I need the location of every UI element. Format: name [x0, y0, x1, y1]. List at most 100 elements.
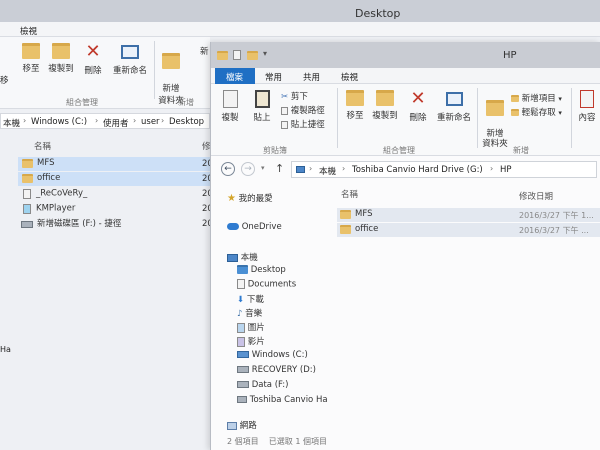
nav-onedrive[interactable]: OneDrive	[227, 222, 282, 232]
nav-music[interactable]: ♪ 音樂	[237, 307, 262, 319]
back-copy-to-button[interactable]: 複製到	[48, 43, 74, 74]
chevron-right-icon: ›	[342, 164, 346, 173]
chevron-right-icon: ›	[161, 116, 165, 125]
nav-downloads[interactable]: ⬇ 下載	[237, 293, 264, 305]
nav-videos[interactable]: 影片	[237, 335, 265, 347]
properties-button[interactable]: 內容	[575, 90, 599, 123]
nav-data-f[interactable]: Data (F:)	[237, 380, 288, 390]
column-header-date[interactable]: 修改日期	[519, 190, 553, 202]
list-item[interactable]: KMPlayer 20	[18, 202, 213, 216]
navigation-pane: ★ 我的最愛 OneDrive 本機 Desktop Documents ⬇ 下…	[211, 184, 335, 434]
list-item[interactable]: 新增磁碟區 (F:) - 捷徑 20	[18, 217, 213, 231]
back-group-new: 新增	[178, 98, 194, 107]
rename-icon	[121, 45, 139, 59]
nav-label: 本機	[240, 253, 258, 263]
back-left-partial: 移	[0, 76, 9, 86]
back-tab-view[interactable]: 檢視	[20, 25, 37, 37]
list-item[interactable]: MFS 20	[18, 157, 213, 171]
address-this-pc[interactable]: 本機	[319, 165, 336, 177]
back-rename-label: 重新命名	[112, 66, 147, 76]
tab-share[interactable]: 共用	[303, 71, 320, 83]
nav-recovery-d[interactable]: RECOVERY (D:)	[237, 365, 316, 375]
back-bc-user[interactable]: user	[141, 117, 160, 127]
up-arrow-icon[interactable]: ↑	[275, 162, 284, 175]
back-move-to-button[interactable]: 移至	[20, 43, 42, 74]
nav-windows-c[interactable]: Windows (C:)	[237, 350, 308, 360]
nav-pictures[interactable]: 圖片	[237, 321, 265, 333]
chevron-right-icon: ›	[133, 116, 137, 125]
nav-network[interactable]: 網路	[227, 419, 257, 431]
delete-label: 刪除	[409, 113, 427, 123]
desktop-folder-icon	[237, 265, 248, 274]
list-item[interactable]: office 20	[18, 172, 213, 186]
nav-desktop[interactable]: Desktop	[237, 265, 286, 275]
address-bar[interactable]: › 本機 › Toshiba Canvio Hard Drive (G:) › …	[291, 161, 597, 178]
back-breadcrumb[interactable]: 本機 › Windows (C:) › 使用者 › user › Desktop	[0, 113, 210, 129]
back-new-partial[interactable]: 新	[200, 45, 209, 57]
back-column-name[interactable]: 名稱	[34, 140, 51, 152]
file-name: office	[355, 224, 379, 234]
nav-favorites[interactable]: ★ 我的最愛	[227, 192, 273, 204]
copy-path-label: 複製路徑	[290, 106, 325, 116]
back-left-partial-2: Ha	[0, 345, 11, 354]
easy-access-button[interactable]: 輕鬆存取 ▾	[511, 106, 562, 118]
nav-label: Data (F:)	[251, 380, 289, 390]
nav-label: Toshiba Canvio Ha	[249, 395, 328, 405]
drive-shortcut-icon	[21, 221, 33, 228]
nav-this-pc[interactable]: 本機	[227, 251, 258, 263]
file-name: KMPlayer	[36, 203, 76, 214]
copy-button[interactable]: 複製	[219, 90, 241, 123]
copy-path-button[interactable]: 複製路徑	[281, 104, 325, 116]
back-bc-desktop[interactable]: Desktop	[169, 117, 204, 127]
back-bc-users[interactable]: 使用者	[103, 117, 129, 129]
new-folder-icon[interactable]	[247, 51, 258, 60]
computer-icon	[296, 166, 305, 173]
back-delete-button[interactable]: ✕ 刪除	[82, 43, 104, 77]
new-folder-button[interactable]: 新增 資料夾	[481, 90, 509, 149]
paste-shortcut-label: 貼上捷徑	[290, 120, 325, 130]
cut-button[interactable]: ✂ 剪下	[281, 90, 308, 102]
table-row[interactable]: MFS 2016/3/27 下午 1...	[337, 208, 600, 222]
back-rename-button[interactable]: 重新命名	[110, 43, 150, 76]
folder-icon	[340, 225, 351, 234]
table-row[interactable]: office 2016/3/27 下午 ...	[337, 223, 600, 237]
group-new: 新增	[513, 146, 529, 155]
quick-access-dropdown-icon[interactable]: ▾	[263, 49, 267, 58]
chevron-right-icon: ›	[309, 164, 313, 173]
new-item-button[interactable]: 新增項目 ▾	[511, 92, 562, 104]
back-arrow-icon[interactable]: ←	[221, 162, 235, 176]
paste-shortcut-button[interactable]: 貼上捷徑	[281, 118, 325, 130]
column-header-name[interactable]: 名稱	[341, 188, 358, 200]
nav-label: 我的最愛	[238, 194, 273, 204]
recent-dropdown-icon[interactable]: ▾	[261, 164, 265, 172]
copy-icon	[222, 90, 238, 108]
nav-documents[interactable]: Documents	[237, 279, 296, 290]
move-to-button[interactable]: 移至	[343, 90, 367, 121]
forward-arrow-icon[interactable]: →	[241, 162, 255, 176]
tab-file[interactable]: 檔案	[215, 68, 255, 84]
tab-home[interactable]: 常用	[265, 71, 282, 83]
nav-label: Desktop	[250, 265, 286, 275]
move-to-label: 移至	[346, 111, 364, 121]
back-bc-drive[interactable]: Windows (C:)	[31, 117, 87, 127]
new-folder-label: 新增 資料夾	[482, 129, 508, 149]
address-drive[interactable]: Toshiba Canvio Hard Drive (G:)	[352, 165, 483, 175]
delete-button[interactable]: ✕ 刪除	[407, 90, 429, 124]
properties-label: 內容	[578, 113, 596, 123]
back-bc-this-pc[interactable]: 本機	[3, 117, 20, 129]
back-tab-row: 檢視	[0, 22, 600, 37]
list-item[interactable]: _ReCoVeRy_ 20	[18, 187, 213, 201]
back-ribbon: 移 移至 複製到 ✕ 刪除 重新命名 新增 資料夾 新 組合管理 新增	[0, 37, 210, 109]
tab-view[interactable]: 檢視	[341, 71, 358, 83]
address-folder[interactable]: HP	[500, 165, 512, 175]
rename-button[interactable]: 重新命名	[435, 90, 473, 123]
copy-to-button[interactable]: 複製到	[371, 90, 399, 121]
cut-label: 剪下	[290, 92, 308, 102]
copy-to-label: 複製到	[372, 111, 398, 121]
front-title-bar: ▾ HP	[211, 42, 600, 68]
back-file-list: MFS 20 office 20 _ReCoVeRy_ 20 KMPlayer …	[18, 157, 213, 237]
paste-button[interactable]: 貼上	[251, 90, 273, 123]
nav-toshiba[interactable]: Toshiba Canvio Ha	[237, 395, 328, 405]
easy-access-icon	[511, 109, 519, 116]
folder-copy-icon	[52, 43, 70, 59]
